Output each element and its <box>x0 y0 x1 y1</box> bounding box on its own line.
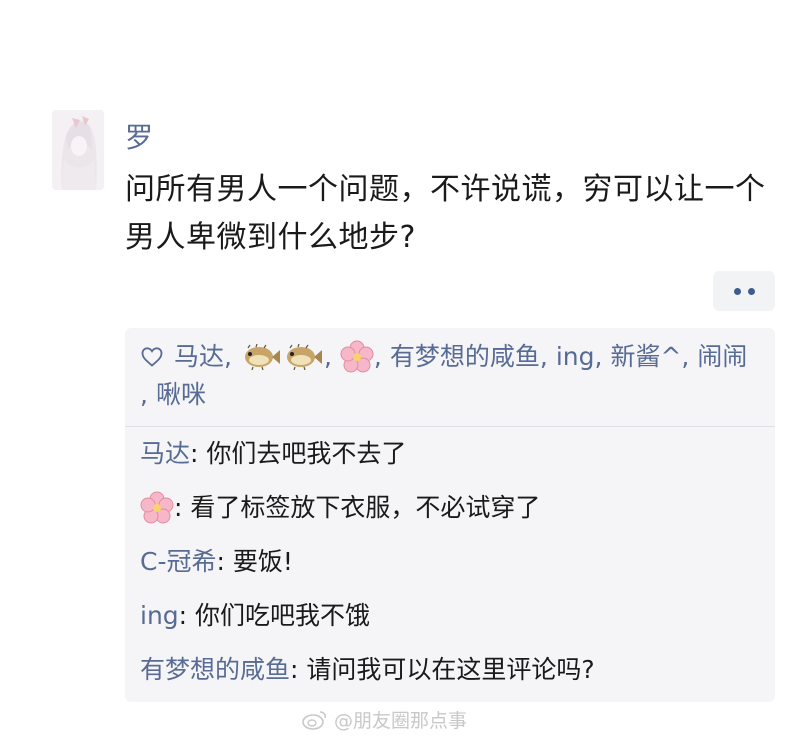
like-name[interactable]: ing <box>556 338 595 376</box>
weibo-logo-icon <box>302 710 327 730</box>
comment-author[interactable]: 有梦想的咸鱼 <box>140 651 290 689</box>
more-actions-button[interactable] <box>713 271 775 311</box>
comment-item[interactable]: 马达 : 你们去吧我不去了 <box>140 435 760 473</box>
like-name[interactable]: 闹闹 <box>697 338 747 376</box>
comment-item[interactable]: ing : 你们吃吧我不饿 <box>140 597 760 635</box>
comment-author-flower[interactable] <box>140 491 174 525</box>
comment-author[interactable]: ing <box>140 597 179 635</box>
post-content: 问所有男人一个问题，不许说谎，穷可以让一个男人卑微到什么地步? <box>125 172 766 255</box>
ellipsis-icon <box>733 287 741 295</box>
comment-author[interactable]: 马达 <box>140 435 190 473</box>
watermark-text: @朋友圈那点事 <box>334 710 468 732</box>
comment-text: : 你们去吧我不去了 <box>190 439 407 468</box>
cherry-blossom-emoji-icon <box>340 340 374 373</box>
interaction-panel: 马达, , , 有梦想的咸鱼 , ing , 新酱^ , 闹闹 , 啾咪 马达 … <box>125 328 775 702</box>
moments-post-page: 罗 问所有男人一个问题，不许说谎，穷可以让一个男人卑微到什么地步? 马达, , … <box>0 0 800 743</box>
like-name[interactable]: 啾咪 <box>156 376 206 414</box>
like-name[interactable]: 新酱^ <box>610 338 681 376</box>
like-name[interactable]: 马达 <box>174 338 224 376</box>
ellipsis-icon <box>747 287 755 295</box>
comment-text: : 请问我可以在这里评论吗? <box>290 655 595 684</box>
author-avatar[interactable] <box>52 110 104 190</box>
likes-row: 马达, , , 有梦想的咸鱼 , ing , 新酱^ , 闹闹 , 啾咪 <box>125 328 775 422</box>
comment-text: : 你们吃吧我不饿 <box>178 601 371 630</box>
comment-item[interactable]: C-冠希 : 要饭! <box>140 543 760 581</box>
cherry-blossom-emoji-icon <box>140 491 174 524</box>
like-name[interactable]: 有梦想的咸鱼 <box>390 338 540 376</box>
comment-author[interactable]: C-冠希 <box>140 543 216 581</box>
comments-list: 马达 : 你们去吧我不去了 : 看了标签放下衣服，不必试穿了 C-冠希: 要饭… <box>125 427 775 689</box>
comment-text: : 要饭! <box>216 547 293 576</box>
like-name-flower[interactable] <box>340 338 374 376</box>
comment-item[interactable]: 有梦想的咸鱼 : 请问我可以在这里评论吗? <box>140 651 760 689</box>
comment-item[interactable]: : 看了标签放下衣服，不必试穿了 <box>140 489 760 527</box>
heart-outline-icon <box>140 338 168 376</box>
comment-text: : 看了标签放下衣服，不必试穿了 <box>174 493 541 522</box>
like-name-pufferfish[interactable] <box>240 338 324 376</box>
watermark: @朋友圈那点事 <box>302 706 467 733</box>
author-name[interactable]: 罗 <box>125 118 153 158</box>
pufferfish-emoji-icon <box>244 344 322 370</box>
